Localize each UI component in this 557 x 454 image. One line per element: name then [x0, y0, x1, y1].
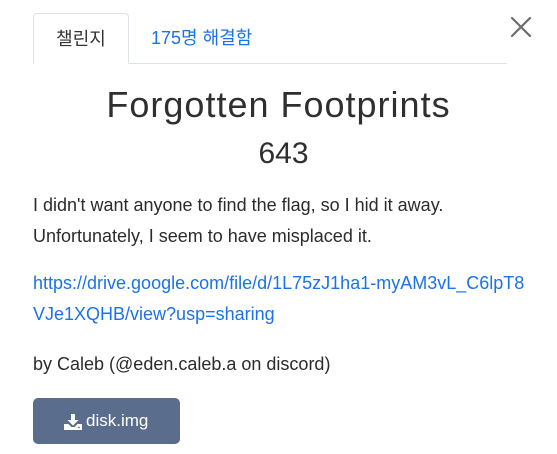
close-icon: [510, 16, 532, 38]
close-button[interactable]: [508, 14, 534, 40]
challenge-points: 643: [258, 137, 309, 170]
download-label: disk.img: [86, 411, 149, 430]
challenge-author: by Caleb (@eden.caleb.a on discord): [33, 354, 331, 374]
challenge-title: Forgotten Footprints: [106, 84, 451, 125]
tab-bar: 챌린지 175명 해결함: [33, 13, 507, 64]
challenge-description: I didn't want anyone to find the flag, s…: [33, 195, 444, 246]
challenge-modal: 챌린지 175명 해결함 Forgotten Footprints 643 I …: [0, 0, 557, 454]
download-button[interactable]: disk.img: [33, 398, 180, 444]
challenge-file-link[interactable]: https://drive.google.com/file/d/1L75zJ1h…: [33, 268, 533, 330]
tab-challenge[interactable]: 챌린지: [33, 13, 129, 64]
download-icon: [64, 414, 82, 430]
tab-solves[interactable]: 175명 해결함: [135, 13, 268, 63]
